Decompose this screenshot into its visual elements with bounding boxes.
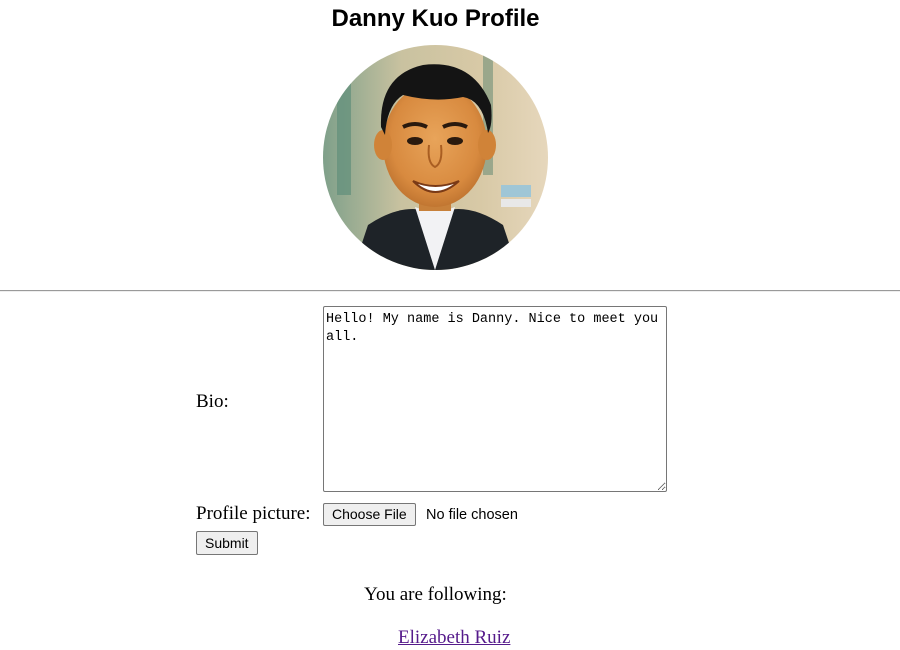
avatar — [323, 45, 548, 270]
followed-user-link[interactable]: Elizabeth Ruiz — [398, 626, 510, 650]
bio-textarea[interactable]: Hello! My name is Danny. Nice to meet yo… — [323, 306, 667, 492]
divider — [0, 290, 900, 292]
avatar-photo — [323, 45, 548, 270]
choose-file-button[interactable]: Choose File — [323, 503, 416, 526]
profile-page: Danny Kuo Profile Bio: Hello! My name is… — [0, 0, 900, 650]
following-label: You are following: — [364, 584, 507, 605]
page-title: Danny Kuo Profile — [331, 5, 540, 32]
file-status-text: No file chosen — [426, 507, 518, 523]
profile-picture-label: Profile picture: — [196, 503, 311, 524]
bio-label: Bio: — [196, 391, 229, 412]
submit-button[interactable]: Submit — [196, 531, 258, 555]
